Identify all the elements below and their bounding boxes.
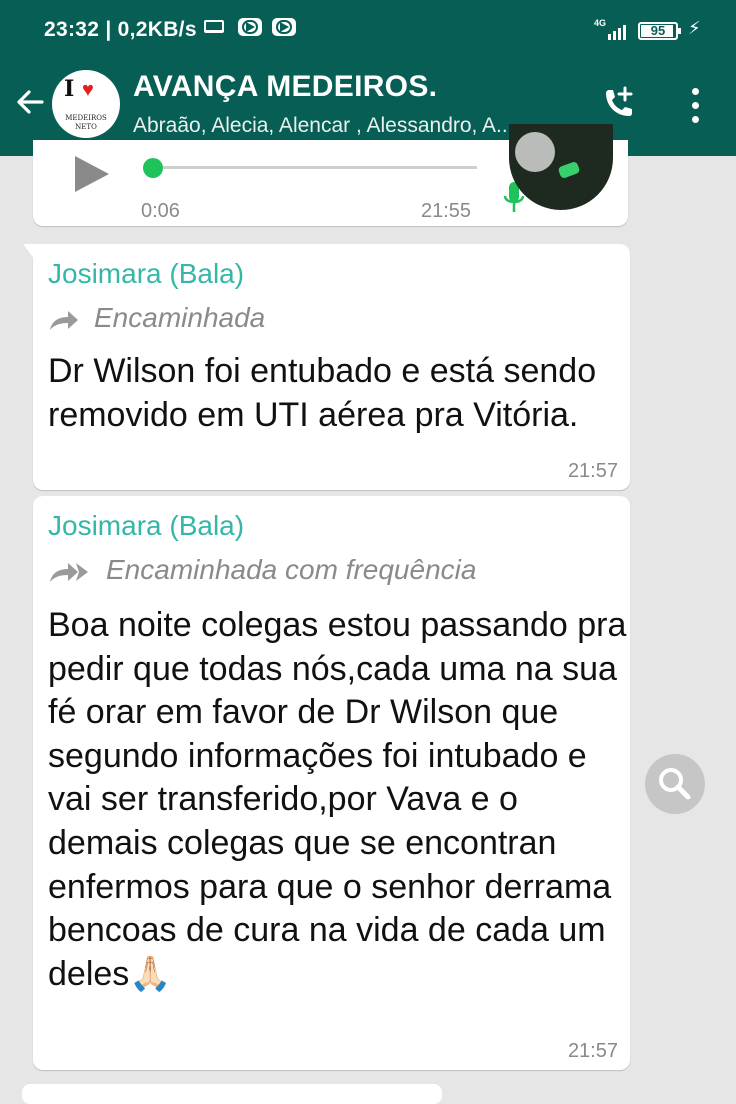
network-type: 4G xyxy=(594,18,607,28)
avatar-text-2: NETO xyxy=(75,123,97,131)
laptop-icon xyxy=(204,20,224,33)
heart-icon: ♥ xyxy=(82,79,94,101)
chat-message[interactable]: Josimara (Bala) Encaminhada Dr Wilson fo… xyxy=(23,244,630,490)
youtube-icon xyxy=(272,18,296,36)
chat-message[interactable]: Josimara (Bala) Encaminhada com frequênc… xyxy=(33,496,630,1070)
avatar-text-1: MEDEIROS xyxy=(65,114,107,122)
forwarded-text: Encaminhada xyxy=(94,302,266,333)
play-icon[interactable] xyxy=(75,156,109,192)
add-call-icon[interactable] xyxy=(598,84,638,124)
forwarded-label: Encaminhada xyxy=(48,302,265,334)
search-icon xyxy=(659,768,691,800)
message-time: 21:57 xyxy=(567,460,618,482)
charging-bolt-icon: ⚡ xyxy=(688,18,701,38)
group-title[interactable]: AVANÇA MEDEIROS. xyxy=(133,70,437,104)
battery-percent: 95 xyxy=(650,23,666,38)
audio-duration: 0:06 xyxy=(141,200,180,222)
forwarded-text: Encaminhada com frequência xyxy=(106,554,477,585)
status-bar: 23:32 | 0,2KB/s 4G 95 ⚡ xyxy=(0,0,736,52)
bubble-tail xyxy=(23,244,35,260)
back-arrow-icon[interactable] xyxy=(12,84,48,120)
chat-message-partial xyxy=(22,1084,442,1104)
forward-arrow-icon xyxy=(50,310,78,330)
status-time-speed: 23:32 | 0,2KB/s xyxy=(44,18,197,41)
message-text: Dr Wilson foi entubado e está sendo remo… xyxy=(48,352,597,434)
battery-icon: 95 xyxy=(638,22,681,40)
voice-message[interactable]: 0:06 21:55 xyxy=(33,124,628,226)
youtube-icon xyxy=(238,18,262,36)
avatar-letter-icon: I xyxy=(64,76,75,102)
audio-seek-knob[interactable] xyxy=(143,158,163,178)
forwarded-label: Encaminhada com frequência xyxy=(48,554,476,586)
message-time: 21:55 xyxy=(421,200,472,222)
group-avatar[interactable]: I ♥ MEDEIROS NETO xyxy=(52,70,120,138)
double-forward-arrow-icon xyxy=(50,562,88,582)
message-sender[interactable]: Josimara (Bala) xyxy=(48,258,244,290)
audio-seekbar[interactable] xyxy=(151,166,477,169)
message-text: Boa noite colegas estou passando pra ped… xyxy=(48,606,627,993)
message-time: 21:57 xyxy=(567,1040,618,1062)
message-sender[interactable]: Josimara (Bala) xyxy=(48,510,244,542)
more-options-icon[interactable] xyxy=(684,86,708,126)
group-participants[interactable]: Abraão, Alecia, Alencar , Alessandro, A.… xyxy=(133,114,514,138)
search-button[interactable] xyxy=(645,754,705,814)
